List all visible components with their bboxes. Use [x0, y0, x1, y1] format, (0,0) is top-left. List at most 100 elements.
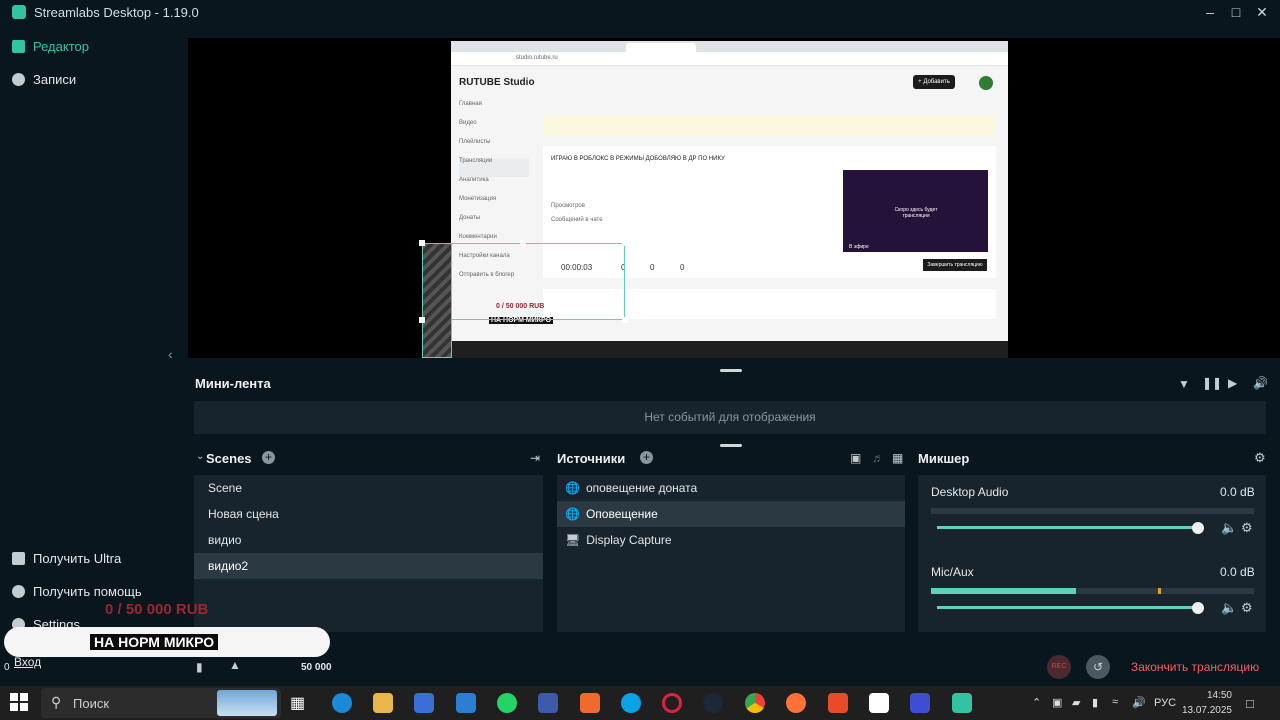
maximize-icon[interactable]: □: [1224, 2, 1248, 22]
windows-start-icon[interactable]: [10, 693, 28, 711]
rutube-nav-item: Видео: [459, 120, 477, 126]
source-item-selected[interactable]: 🌐 Оповещение: [557, 501, 905, 527]
record-button[interactable]: REC: [1047, 655, 1071, 679]
tray-usb-icon[interactable]: ▰: [1072, 696, 1080, 709]
volume-icon[interactable]: 🔊: [1132, 696, 1146, 709]
chrome-icon[interactable]: [745, 693, 765, 713]
sources-panel: 🌐 оповещение доната 🌐 Оповещение 🖥 Displ…: [557, 475, 905, 632]
gear-icon[interactable]: ⚙: [1241, 520, 1253, 536]
wifi-icon[interactable]: ≈: [1112, 696, 1118, 708]
scene-transitions-icon[interactable]: ⇥: [530, 451, 540, 465]
source-item[interactable]: 🌐 оповещение доната: [557, 475, 905, 501]
file-explorer-icon[interactable]: [373, 693, 393, 713]
sidebar-item-label: Записи: [33, 71, 77, 87]
collapse-chevron-icon[interactable]: ‹: [168, 346, 173, 362]
skype-icon[interactable]: [621, 693, 641, 713]
mail-icon[interactable]: [456, 693, 476, 713]
chevron-down-icon[interactable]: ⌄: [196, 451, 204, 462]
skip-icon[interactable]: ▶: [1228, 376, 1237, 390]
task-view-icon[interactable]: ▦: [290, 693, 310, 713]
globe-icon: 🌐: [565, 507, 580, 521]
app-icon[interactable]: [910, 693, 930, 713]
folder-icon[interactable]: ▣: [850, 451, 861, 465]
store-icon[interactable]: [414, 693, 434, 713]
login-counter: 0: [4, 662, 10, 673]
source-label: Оповещение: [585, 507, 658, 521]
minimize-icon[interactable]: –: [1198, 2, 1222, 22]
login-link[interactable]: Вход: [14, 655, 41, 669]
add-scene-icon[interactable]: +: [262, 451, 275, 464]
resize-handle[interactable]: [419, 240, 425, 246]
steam-icon[interactable]: [703, 693, 723, 713]
sources-title: Источники: [557, 451, 626, 466]
scene-source-icon[interactable]: ▦: [892, 451, 903, 465]
panel-splitter[interactable]: [720, 369, 742, 372]
taskbar-time[interactable]: 14:50: [1192, 690, 1232, 701]
sidebar-item-ultra[interactable]: Получить Ultra: [12, 547, 121, 569]
opera-icon[interactable]: [662, 693, 682, 713]
clapper-icon[interactable]: [869, 693, 889, 713]
mixer-channel-name: Mic/Aux: [931, 565, 974, 579]
end-stream-button[interactable]: Закончить трансляцию: [1124, 655, 1266, 679]
shield-app-icon[interactable]: [538, 693, 558, 713]
rutube-nav-item: Трансляции: [459, 158, 529, 177]
tray-chevron-icon[interactable]: ⌃: [1032, 696, 1041, 709]
rutube-add-button: + Добавить: [913, 75, 955, 89]
pause-icon[interactable]: ❚❚: [1202, 376, 1222, 390]
tray-network-icon[interactable]: ▣: [1052, 696, 1062, 709]
streamlabs-icon[interactable]: [952, 693, 972, 713]
gear-icon[interactable]: ⚙: [1241, 600, 1253, 616]
edge-icon[interactable]: [332, 693, 352, 713]
filter-icon[interactable]: ▼: [1178, 377, 1190, 391]
live-badge: В эфире: [849, 244, 869, 250]
volume-slider-knob[interactable]: [1192, 522, 1204, 534]
gear-icon[interactable]: ⚙: [1254, 450, 1266, 466]
scene-item[interactable]: видио: [194, 527, 543, 553]
notifications-icon[interactable]: □: [1246, 696, 1254, 711]
donation-goal-amount: 0 / 50 000 RUB: [105, 601, 209, 618]
speaker-icon[interactable]: 🔈: [1221, 600, 1237, 616]
firefox-icon[interactable]: [786, 693, 806, 713]
chat-label: Сообщений в чате: [551, 217, 603, 223]
views-label: Просмотров: [551, 203, 585, 209]
minifeed-empty: Нет событий для отображения: [194, 401, 1266, 434]
stream-title: ИГРАЮ В РОБЛОКС В РЕЖИМЫ ДОБОВЛЯЮ В ДР П…: [551, 156, 725, 162]
globe-icon: 🌐: [565, 481, 580, 495]
stream-timer: 00:00:03: [561, 263, 593, 272]
taskbar-search-placeholder: Поиск: [73, 696, 110, 711]
volume-slider[interactable]: [937, 606, 1198, 609]
audio-meter-level: [931, 588, 1076, 594]
language-indicator[interactable]: РУС: [1154, 697, 1176, 709]
volume-slider[interactable]: [937, 526, 1198, 529]
volume-slider-knob[interactable]: [1192, 602, 1204, 614]
source-item[interactable]: 🖥 Display Capture: [557, 527, 905, 553]
brave-icon[interactable]: [580, 693, 600, 713]
sidebar-item-help[interactable]: Получить помощь: [12, 580, 142, 602]
display-capture-preview: studio.rutube.ru RUTUBE Studio + Добавит…: [451, 41, 1008, 358]
close-icon[interactable]: ✕: [1250, 2, 1274, 22]
volume-icon[interactable]: 🔊: [1253, 376, 1268, 390]
battery-icon[interactable]: ▮: [1092, 696, 1098, 709]
resize-handle[interactable]: [520, 240, 526, 246]
source-label: Display Capture: [586, 533, 672, 547]
resize-handle[interactable]: [622, 240, 628, 246]
taskbar-date[interactable]: 13.07.2025: [1180, 705, 1232, 716]
mail-app-icon[interactable]: [828, 693, 848, 713]
sidebar-item-editor[interactable]: Редактор: [12, 35, 89, 57]
scene-item[interactable]: Scene: [194, 475, 543, 501]
taskbar-search[interactable]: ⚲ Поиск: [41, 688, 281, 718]
preview-caption: Скоро здесь будет трансляция: [894, 207, 938, 219]
speaker-icon[interactable]: 🔈: [1221, 520, 1237, 536]
rutube-end-button: Завершить трансляцию: [923, 259, 987, 271]
scene-item[interactable]: Новая сцена: [194, 501, 543, 527]
scene-item-selected[interactable]: видио2: [194, 553, 543, 579]
whatsapp-icon[interactable]: [497, 693, 517, 713]
replay-icon[interactable]: ↺: [1086, 655, 1110, 679]
resize-handle[interactable]: [419, 317, 425, 323]
source-label: оповещение доната: [585, 481, 698, 495]
panel-splitter[interactable]: [720, 444, 742, 447]
add-source-icon[interactable]: +: [640, 451, 653, 464]
audio-icon[interactable]: ♬: [872, 451, 884, 465]
sidebar-item-recordings[interactable]: Записи: [12, 68, 76, 90]
resize-handle[interactable]: [622, 317, 628, 323]
